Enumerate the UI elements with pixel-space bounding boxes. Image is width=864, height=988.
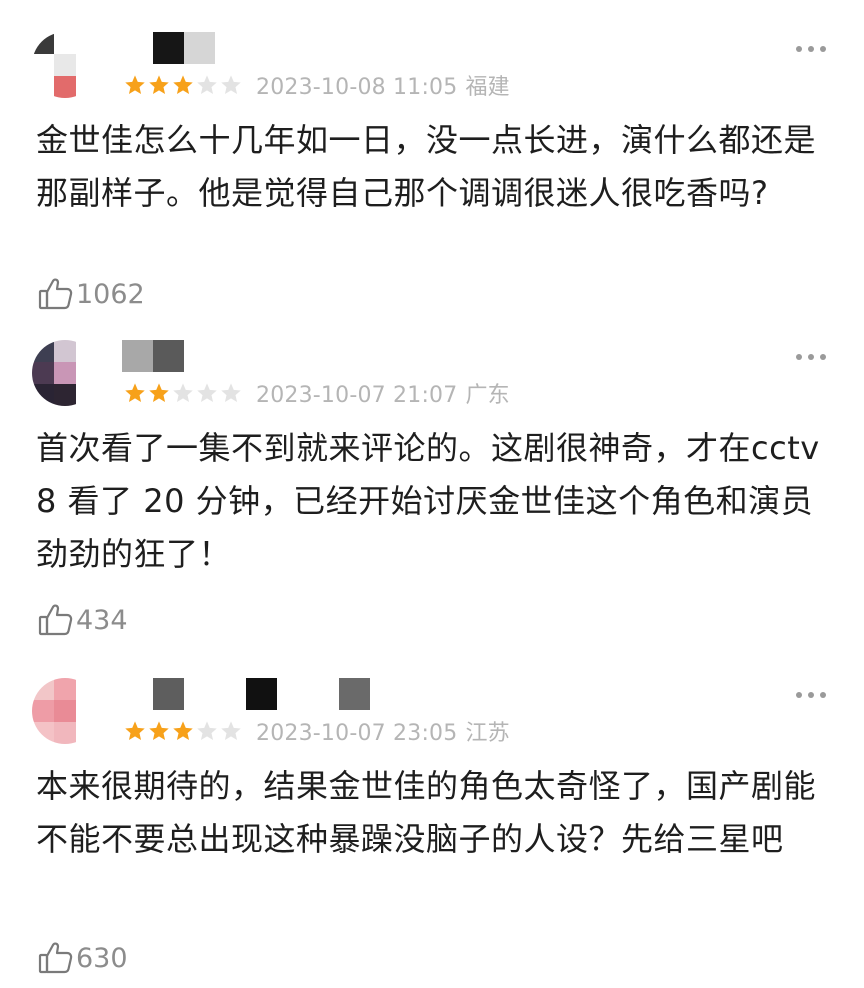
star-empty-icon — [221, 75, 241, 94]
more-icon[interactable] — [796, 354, 826, 362]
star-empty-icon — [197, 383, 217, 402]
star-rating — [124, 720, 244, 742]
star-empty-icon — [197, 721, 217, 740]
rating-row: 2023-10-07 21:07 广东 — [124, 378, 510, 408]
avatar[interactable] — [32, 340, 98, 406]
review-location: 江苏 — [465, 721, 510, 746]
review-date: 2023-10-08 11:05 — [256, 75, 458, 100]
star-filled-icon — [125, 383, 145, 402]
review-content: 金世佳怎么十几年如一日，没一点长进，演什么都还是那副样子。他是觉得自己那个调调很… — [36, 121, 817, 212]
avatar[interactable] — [32, 678, 98, 744]
review-meta: 2023-10-07 23:05 江苏 — [256, 715, 510, 747]
star-filled-icon — [149, 721, 169, 740]
thumbs-up-icon — [38, 603, 74, 637]
username-pixelated[interactable] — [122, 340, 184, 374]
more-icon[interactable] — [796, 46, 826, 54]
star-filled-icon — [149, 383, 169, 402]
review-meta: 2023-10-07 21:07 广东 — [256, 377, 510, 409]
like-count: 434 — [76, 604, 128, 636]
star-filled-icon — [149, 75, 169, 94]
review-item: 2023-10-07 21:07 广东 首次看了一集不到就来评论的。这剧很神奇，才… — [0, 340, 864, 670]
star-filled-icon — [173, 75, 193, 94]
username-pixelated[interactable] — [122, 678, 370, 712]
star-filled-icon — [125, 721, 145, 740]
review-content: 首次看了一集不到就来评论的。这剧很神奇，才在cctv8 看了 20 分钟，已经开… — [36, 429, 820, 573]
review-feed: 2023-10-08 11:05 福建 金世佳怎么十几年如一日，没一点长进，演什么… — [0, 0, 864, 988]
like-count: 630 — [76, 942, 128, 974]
review-item: 2023-10-08 11:05 福建 金世佳怎么十几年如一日，没一点长进，演什么… — [0, 32, 864, 362]
thumbs-up-icon — [38, 277, 74, 311]
star-empty-icon — [173, 383, 193, 402]
review-meta: 2023-10-08 11:05 福建 — [256, 69, 510, 101]
rating-row: 2023-10-07 23:05 江苏 — [124, 716, 510, 746]
star-empty-icon — [221, 383, 241, 402]
review-location: 广东 — [465, 383, 510, 408]
review-item: 2023-10-07 23:05 江苏 本来很期待的，结果金世佳的角色太奇怪了，国… — [0, 678, 864, 988]
star-filled-icon — [173, 721, 193, 740]
star-empty-icon — [197, 75, 217, 94]
review-location: 福建 — [465, 75, 510, 100]
review-date: 2023-10-07 21:07 — [256, 383, 458, 408]
star-rating — [124, 382, 244, 404]
review-date: 2023-10-07 23:05 — [256, 721, 458, 746]
star-rating — [124, 74, 244, 96]
like-button[interactable]: 434 — [38, 602, 128, 638]
like-count: 1062 — [76, 278, 145, 310]
avatar[interactable] — [32, 32, 98, 98]
more-icon[interactable] — [796, 692, 826, 700]
like-button[interactable]: 1062 — [38, 276, 145, 312]
review-content: 本来很期待的，结果金世佳的角色太奇怪了，国产剧能不能不要总出现这种暴躁没脑子的人… — [36, 767, 817, 858]
thumbs-up-icon — [38, 941, 74, 975]
like-button[interactable]: 630 — [38, 940, 128, 976]
star-filled-icon — [125, 75, 145, 94]
username-pixelated[interactable] — [122, 32, 215, 66]
star-empty-icon — [221, 721, 241, 740]
rating-row: 2023-10-08 11:05 福建 — [124, 70, 510, 100]
